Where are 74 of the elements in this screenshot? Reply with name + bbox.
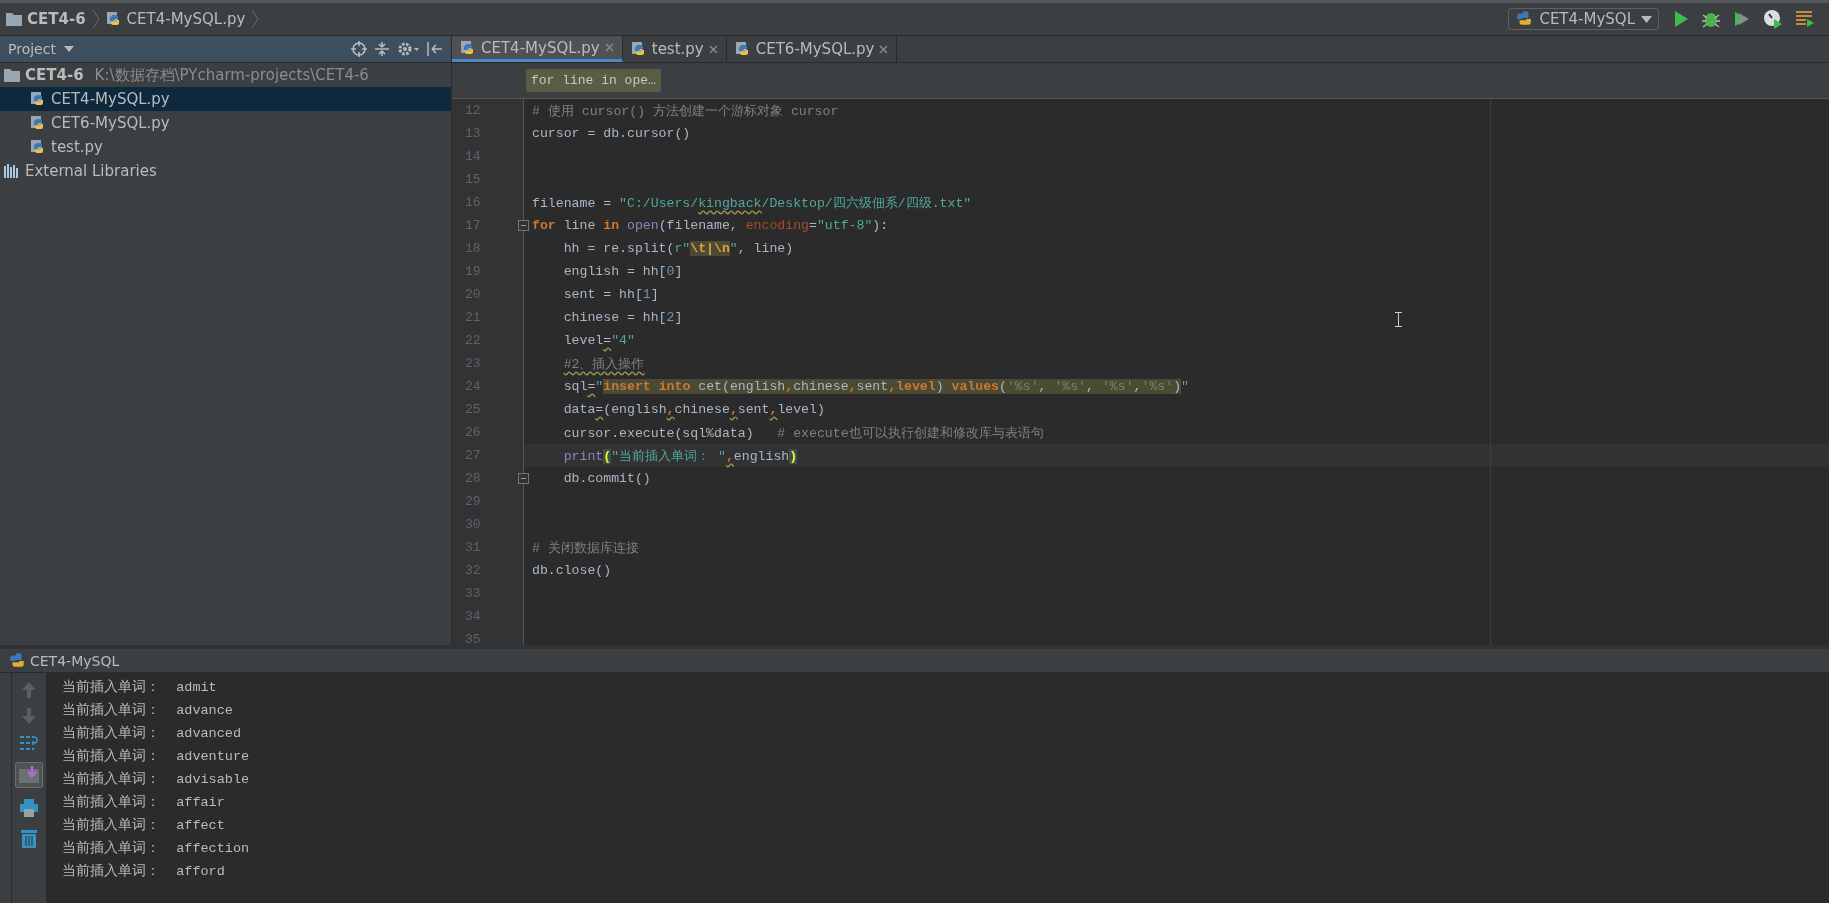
code-line: data=(english,chinese,sent,level) [562, 402, 825, 417]
console-output-line: 当前插入单词： afford [62, 862, 226, 881]
target-icon[interactable] [351, 41, 367, 57]
code-line: filename = "C:/Users/kingback/Desktop/四六级佃系/四级.txt" [531, 194, 972, 212]
tree-item[interactable]: CET6-MySQL.py [0, 111, 451, 135]
dropdown-arrow-icon[interactable] [63, 46, 74, 52]
code-line: print("当前插入单词： ",english) [562, 447, 798, 465]
profiler-icon[interactable] [1763, 9, 1783, 29]
run-list-icon[interactable] [1795, 10, 1815, 28]
collapse-icon[interactable] [375, 41, 389, 57]
folder-icon [6, 12, 22, 26]
code-line: cursor.execute(sql%data) # execute也可以执行创建和修改库与表语句 [562, 424, 1044, 442]
console-output-line: 当前插入单词： admit [62, 678, 218, 697]
code-line: hh = re.split(r"\t|\n", line) [562, 241, 794, 256]
python-file-icon [30, 115, 46, 131]
tree-item[interactable]: CET4-MySQL.py [0, 87, 451, 111]
run-configuration-dropdown[interactable]: CET4-MySQL [1508, 8, 1659, 30]
python-icon [1515, 10, 1534, 28]
python-icon [8, 651, 26, 670]
breadcrumb-separator-icon [91, 9, 100, 29]
coverage-icon[interactable] [1733, 10, 1751, 28]
code-line: sql="insert into cet(english,chinese,sent,level) values('%s', '%s', '%s','%s')" [562, 379, 1189, 394]
console-output-line: 当前插入单词： advisable [62, 770, 251, 789]
folder-icon [4, 68, 20, 82]
breadcrumb-separator-icon [251, 9, 260, 29]
bug-icon[interactable] [1701, 10, 1721, 28]
console-output-line: 当前插入单词： advanced [62, 724, 242, 743]
breadcrumb-item[interactable]: CET4-MySQL.py [126, 10, 246, 28]
code-line: level="4" [562, 333, 635, 348]
editor-tab[interactable]: CET4-MySQL.py [452, 36, 623, 62]
trash-icon[interactable] [20, 828, 38, 848]
dropdown-arrow-icon [1641, 15, 1652, 23]
code-line: #2、插入操作 [562, 355, 645, 373]
run-icon[interactable] [1673, 10, 1689, 28]
text-cursor-icon [1395, 312, 1402, 327]
python-file-icon [460, 39, 476, 56]
tree-item[interactable]: test.py [0, 135, 451, 159]
scroll-to-end-icon[interactable] [15, 762, 43, 788]
run-tab[interactable]: CET4-MySQL [30, 652, 120, 669]
python-file-icon [30, 91, 46, 107]
settings-icon[interactable] [397, 41, 419, 57]
python-file-icon [630, 41, 647, 57]
code-line: sent = hh[1] [562, 287, 659, 302]
close-icon[interactable] [879, 44, 889, 54]
soft-wrap-icon[interactable] [19, 734, 39, 752]
code-line: db.commit() [562, 471, 651, 486]
tree-item[interactable]: CET4-6 K:\数据存档\PYcharm-projects\CET4-6 [0, 63, 451, 87]
panel-title[interactable]: Project [8, 41, 56, 57]
breadcrumb-item[interactable]: CET4-6 [27, 10, 86, 28]
console-output-line: 当前插入单词： affair [62, 793, 226, 812]
close-icon[interactable] [708, 44, 718, 54]
console-output-line: 当前插入单词： adventure [62, 747, 251, 766]
editor-tab[interactable]: CET6-MySQL.py [726, 36, 898, 62]
fold-icon[interactable] [518, 220, 529, 231]
code-line: for line in open(filename, encoding="utf-8"): [531, 218, 889, 233]
python-file-icon [30, 139, 46, 155]
python-file-icon [734, 41, 751, 57]
code-line: # 关闭数据库连接 [531, 539, 639, 557]
editor-tab[interactable]: test.py [622, 36, 727, 62]
code-line: english = hh[0] [562, 264, 683, 279]
hide-panel-icon[interactable] [427, 42, 443, 56]
console-output-line: 当前插入单词： advance [62, 701, 234, 720]
close-icon[interactable] [604, 43, 614, 52]
print-icon[interactable] [19, 798, 39, 818]
library-icon [4, 164, 20, 178]
code-line: cursor = db.cursor() [531, 126, 691, 141]
code-line: db.close() [531, 563, 612, 578]
breadcrumb-hint[interactable]: for line in ope… [526, 69, 661, 92]
fold-icon[interactable] [518, 473, 529, 484]
console-output-line: 当前插入单词： affection [62, 839, 251, 858]
console-output-line: 当前插入单词： affect [62, 816, 226, 835]
tree-item[interactable]: External Libraries [0, 159, 451, 183]
code-line: chinese = hh[2] [562, 310, 683, 325]
python-file-icon [105, 11, 122, 27]
